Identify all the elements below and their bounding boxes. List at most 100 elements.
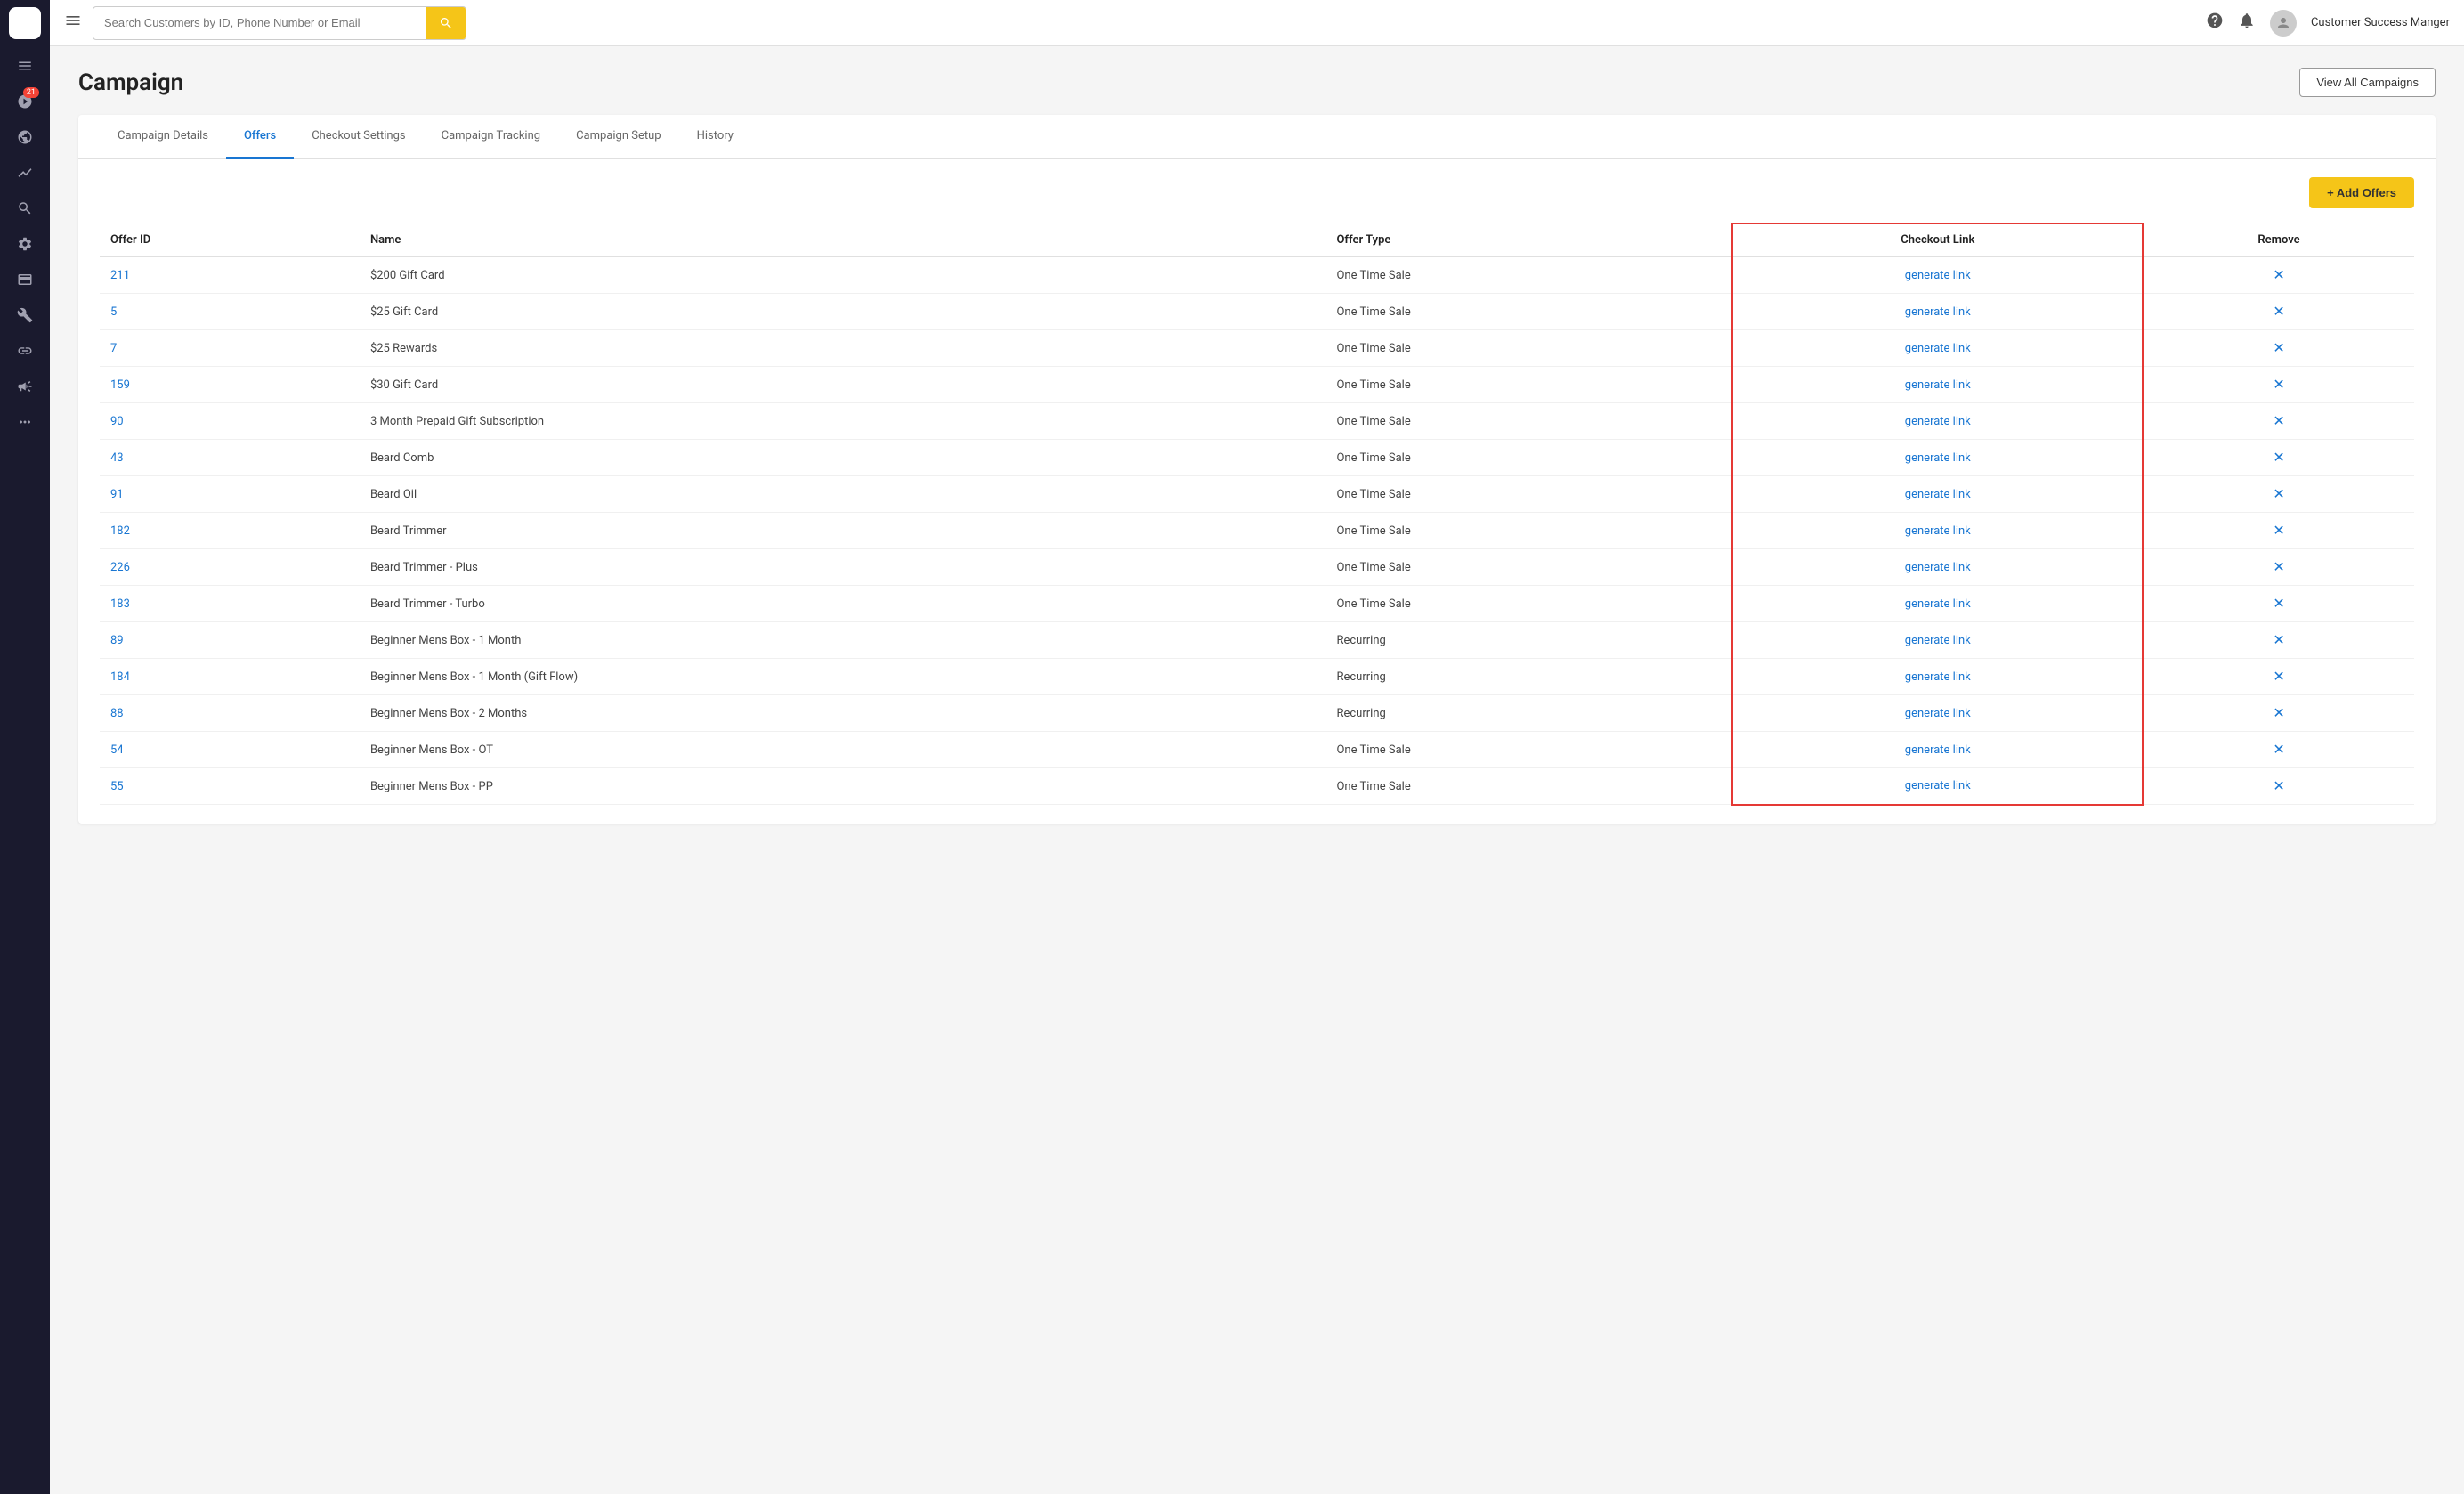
remove-button[interactable]: ✕ <box>2273 339 2284 357</box>
sidebar-item-chart[interactable] <box>9 157 41 189</box>
offer-type-cell: One Time Sale <box>1325 476 1732 513</box>
sidebar-item-search[interactable] <box>9 192 41 224</box>
tab-campaign-tracking[interactable]: Campaign Tracking <box>424 115 558 159</box>
offer-id-link[interactable]: 211 <box>110 269 130 282</box>
offer-type-cell: One Time Sale <box>1325 732 1732 768</box>
offer-id-cell: 183 <box>100 586 360 622</box>
offer-name-cell: $25 Gift Card <box>360 294 1326 330</box>
offer-id-cell: 5 <box>100 294 360 330</box>
remove-cell: ✕ <box>2143 586 2414 622</box>
remove-button[interactable]: ✕ <box>2273 631 2284 649</box>
checkout-link-cell: generate link <box>1732 732 2143 768</box>
remove-button[interactable]: ✕ <box>2273 412 2284 430</box>
view-all-campaigns-button[interactable]: View All Campaigns <box>2299 68 2436 97</box>
col-header-name: Name <box>360 223 1326 256</box>
remove-cell: ✕ <box>2143 622 2414 659</box>
offer-id-link[interactable]: 90 <box>110 415 124 428</box>
generate-link-button[interactable]: generate link <box>1905 342 1971 355</box>
offer-name-cell: $25 Rewards <box>360 330 1326 367</box>
offer-id-link[interactable]: 91 <box>110 488 124 501</box>
remove-button[interactable]: ✕ <box>2273 741 2284 759</box>
remove-cell: ✕ <box>2143 695 2414 732</box>
sidebar-item-wrench[interactable] <box>9 299 41 331</box>
user-name-label[interactable]: Customer Success Manger <box>2311 16 2450 29</box>
offer-id-cell: 91 <box>100 476 360 513</box>
offer-id-link[interactable]: 43 <box>110 451 124 465</box>
remove-button[interactable]: ✕ <box>2273 595 2284 613</box>
table-row: 211 $200 Gift Card One Time Sale generat… <box>100 256 2414 294</box>
offer-id-link[interactable]: 88 <box>110 707 124 720</box>
add-offers-button[interactable]: + Add Offers <box>2309 177 2414 208</box>
offers-table: Offer ID Name Offer Type Checkout Link R… <box>100 223 2414 806</box>
sidebar-item-card[interactable] <box>9 264 41 296</box>
offer-id-cell: 90 <box>100 403 360 440</box>
remove-button[interactable]: ✕ <box>2273 777 2284 795</box>
offer-id-link[interactable]: 184 <box>110 670 130 684</box>
generate-link-button[interactable]: generate link <box>1905 779 1971 792</box>
sidebar-item-hamburger[interactable] <box>9 50 41 82</box>
offer-type-cell: Recurring <box>1325 659 1732 695</box>
generate-link-button[interactable]: generate link <box>1905 670 1971 684</box>
remove-button[interactable]: ✕ <box>2273 704 2284 722</box>
sidebar-item-rocket[interactable]: 21 <box>9 85 41 118</box>
offer-type-cell: One Time Sale <box>1325 367 1732 403</box>
generate-link-button[interactable]: generate link <box>1905 707 1971 720</box>
remove-button[interactable]: ✕ <box>2273 303 2284 321</box>
remove-button[interactable]: ✕ <box>2273 266 2284 284</box>
notification-icon[interactable] <box>2238 12 2256 34</box>
search-button[interactable] <box>426 7 466 39</box>
checkout-link-cell: generate link <box>1732 513 2143 549</box>
generate-link-button[interactable]: generate link <box>1905 415 1971 428</box>
generate-link-button[interactable]: generate link <box>1905 743 1971 757</box>
sidebar-item-globe[interactable] <box>9 121 41 153</box>
tab-campaign-details[interactable]: Campaign Details <box>100 115 226 159</box>
page-title: Campaign <box>78 69 183 96</box>
remove-cell: ✕ <box>2143 256 2414 294</box>
remove-button[interactable]: ✕ <box>2273 522 2284 540</box>
generate-link-button[interactable]: generate link <box>1905 269 1971 282</box>
table-row: 184 Beginner Mens Box - 1 Month (Gift Fl… <box>100 659 2414 695</box>
remove-button[interactable]: ✕ <box>2273 376 2284 394</box>
logo[interactable] <box>9 7 41 39</box>
generate-link-button[interactable]: generate link <box>1905 305 1971 319</box>
offer-id-link[interactable]: 226 <box>110 561 130 574</box>
checkout-link-cell: generate link <box>1732 549 2143 586</box>
offer-id-link[interactable]: 55 <box>110 780 124 793</box>
remove-button[interactable]: ✕ <box>2273 668 2284 686</box>
generate-link-button[interactable]: generate link <box>1905 451 1971 465</box>
col-header-offer-type: Offer Type <box>1325 223 1732 256</box>
help-icon[interactable] <box>2206 12 2224 34</box>
generate-link-button[interactable]: generate link <box>1905 634 1971 647</box>
offer-id-link[interactable]: 183 <box>110 597 130 611</box>
offer-id-link[interactable]: 159 <box>110 378 130 392</box>
tab-checkout-settings[interactable]: Checkout Settings <box>294 115 423 159</box>
generate-link-button[interactable]: generate link <box>1905 378 1971 392</box>
checkout-link-cell: generate link <box>1732 586 2143 622</box>
sidebar-item-more[interactable] <box>9 406 41 438</box>
generate-link-button[interactable]: generate link <box>1905 488 1971 501</box>
remove-button[interactable]: ✕ <box>2273 558 2284 576</box>
sidebar: 21 <box>0 0 50 1494</box>
remove-button[interactable]: ✕ <box>2273 449 2284 467</box>
generate-link-button[interactable]: generate link <box>1905 561 1971 574</box>
menu-icon[interactable] <box>64 12 82 34</box>
offer-id-link[interactable]: 89 <box>110 634 124 647</box>
remove-button[interactable]: ✕ <box>2273 485 2284 503</box>
generate-link-button[interactable]: generate link <box>1905 597 1971 611</box>
sidebar-item-megaphone[interactable] <box>9 370 41 402</box>
offer-id-link[interactable]: 54 <box>110 743 124 757</box>
tab-campaign-setup[interactable]: Campaign Setup <box>558 115 679 159</box>
offer-id-link[interactable]: 182 <box>110 524 130 538</box>
tab-offers[interactable]: Offers <box>226 115 294 159</box>
generate-link-button[interactable]: generate link <box>1905 524 1971 538</box>
search-input[interactable] <box>93 9 426 37</box>
offer-id-link[interactable]: 7 <box>110 342 117 355</box>
checkout-link-cell: generate link <box>1732 440 2143 476</box>
table-row: 182 Beard Trimmer One Time Sale generate… <box>100 513 2414 549</box>
offer-id-link[interactable]: 5 <box>110 305 117 319</box>
tab-history[interactable]: History <box>679 115 751 159</box>
sidebar-item-link[interactable] <box>9 335 41 367</box>
table-row: 88 Beginner Mens Box - 2 Months Recurrin… <box>100 695 2414 732</box>
sidebar-item-gear[interactable] <box>9 228 41 260</box>
offer-id-cell: 182 <box>100 513 360 549</box>
